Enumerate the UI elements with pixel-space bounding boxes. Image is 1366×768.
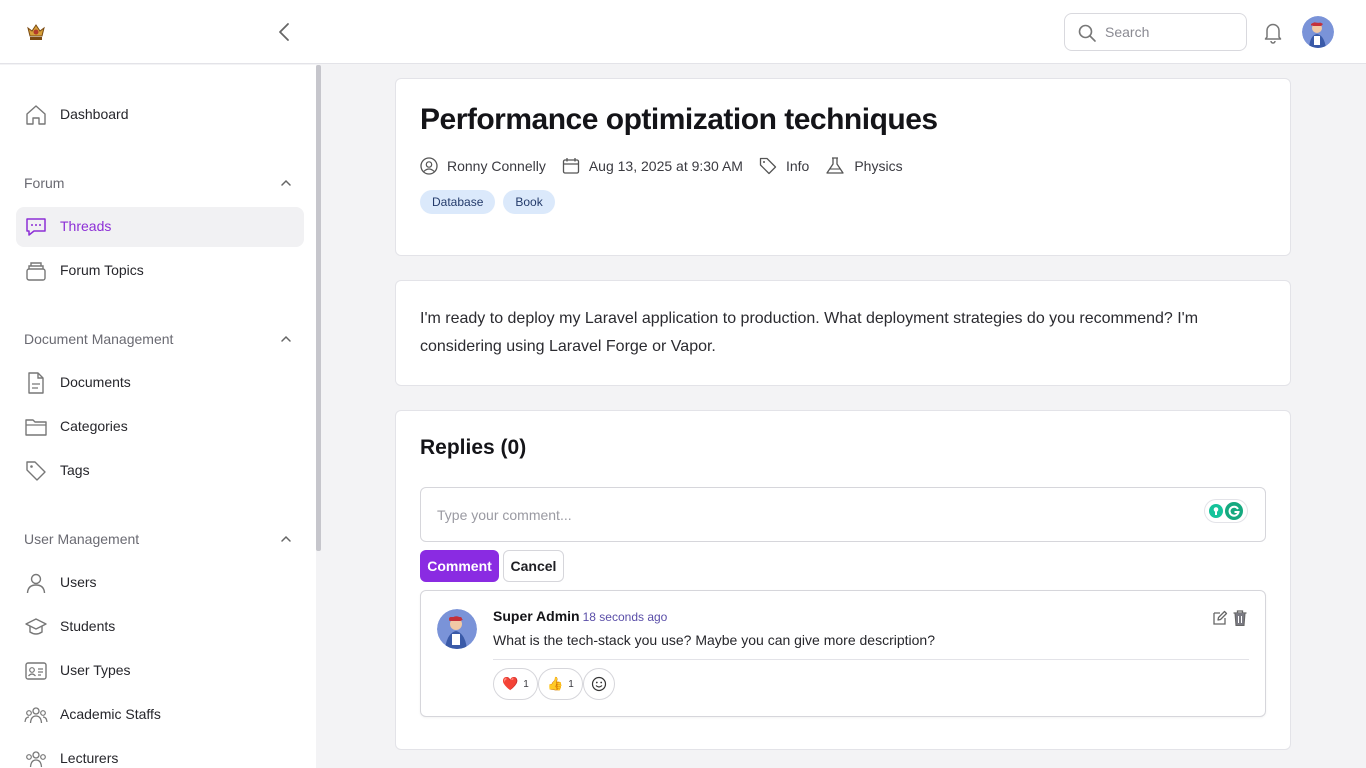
calendar-icon <box>562 158 579 174</box>
sidebar-item-documents[interactable]: Documents <box>16 363 304 403</box>
thread-tags: Database Book <box>420 190 563 214</box>
tag-icon <box>24 459 48 483</box>
thread-author-name: Ronny Connelly <box>447 158 546 174</box>
add-reaction-button[interactable] <box>583 668 615 700</box>
sidebar-group-user-management[interactable]: User Management <box>24 527 296 551</box>
sidebar-item-dashboard[interactable]: Dashboard <box>16 95 304 135</box>
flask-icon <box>826 157 844 174</box>
sidebar-item-tags[interactable]: Tags <box>16 451 304 491</box>
comment-button[interactable]: Comment <box>420 550 499 582</box>
user-icon <box>24 571 48 595</box>
sidebar-group-label: Forum <box>24 175 65 191</box>
replies-card: Replies (0) Comment Cancel <box>395 410 1291 750</box>
collapse-sidebar-icon[interactable] <box>274 20 296 44</box>
thread-meta: Ronny Connelly Aug 13, 2025 at 9:30 AM I… <box>420 155 919 177</box>
sidebar-item-forum-topics[interactable]: Forum Topics <box>16 251 304 291</box>
tag-chip[interactable]: Book <box>503 190 555 214</box>
graduation-cap-icon <box>24 615 48 639</box>
stack-icon <box>24 259 48 283</box>
sidebar-item-academic-staffs[interactable]: Academic Staffs <box>16 695 304 735</box>
document-icon <box>24 371 48 395</box>
sidebar-item-threads[interactable]: Threads <box>16 207 304 247</box>
user-circle-icon <box>420 157 438 175</box>
reply-author-name: Super Admin <box>493 608 580 624</box>
reply-author: Super Admin 18 seconds ago <box>493 608 667 624</box>
id-card-icon <box>24 659 48 683</box>
sidebar-item-users[interactable]: Users <box>16 563 304 603</box>
top-bar <box>0 0 1366 64</box>
reply-text: What is the tech-stack you use? Maybe yo… <box>493 632 935 648</box>
chevron-up-icon <box>280 177 292 189</box>
reaction-count: 1 <box>523 678 529 690</box>
reply-avatar <box>437 609 477 649</box>
heart-icon: ❤️ <box>502 676 519 691</box>
thread-header-card: Performance optimization techniques Ronn… <box>395 78 1291 256</box>
thread-body-card: I'm ready to deploy my Laravel applicati… <box>395 280 1291 386</box>
sidebar-item-lecturers[interactable]: Lecturers <box>16 739 304 768</box>
comment-input[interactable] <box>437 488 1197 541</box>
reaction-count: 1 <box>568 678 574 690</box>
replies-heading: Replies (0) <box>420 436 527 459</box>
home-icon <box>24 103 48 127</box>
sidebar-item-label: Tags <box>60 462 90 478</box>
users-group-icon <box>24 747 48 768</box>
thread-type-text: Info <box>785 158 810 174</box>
reply-item: Super Admin 18 seconds ago What is the te… <box>420 590 1266 717</box>
reaction-thumbs-up[interactable]: 👍 1 <box>538 668 583 700</box>
sidebar-item-label: Documents <box>60 374 131 390</box>
sidebar-item-label: Students <box>60 618 116 634</box>
sidebar-item-label: Dashboard <box>60 106 129 122</box>
sidebar-item-label: Forum Topics <box>60 262 144 278</box>
chevron-up-icon <box>280 333 292 345</box>
folder-icon <box>24 415 48 439</box>
search-icon <box>1077 23 1097 43</box>
tag-icon <box>759 157 777 175</box>
sidebar-item-categories[interactable]: Categories <box>16 407 304 447</box>
chat-bubble-icon <box>24 215 48 239</box>
edit-icon[interactable] <box>1212 610 1228 626</box>
sidebar-group-document-management[interactable]: Document Management <box>24 327 296 351</box>
tag-chip[interactable]: Database <box>420 190 496 214</box>
comment-box[interactable] <box>420 487 1266 542</box>
sidebar-item-label: Academic Staffs <box>60 706 161 722</box>
reply-timestamp: 18 seconds ago <box>582 610 668 624</box>
sidebar-group-forum[interactable]: Forum <box>24 171 296 195</box>
thread-body: I'm ready to deploy my Laravel applicati… <box>420 310 1199 355</box>
smiley-icon <box>591 676 607 692</box>
user-avatar[interactable] <box>1302 16 1334 48</box>
reply-divider <box>493 659 1249 660</box>
grammarly-widget[interactable] <box>1205 500 1247 522</box>
sidebar-item-user-types[interactable]: User Types <box>16 651 304 691</box>
sidebar: Dashboard Forum Threads Forum Topics Doc… <box>0 65 316 768</box>
sidebar-scrollbar[interactable] <box>316 65 321 551</box>
sidebar-group-label: User Management <box>24 531 140 547</box>
sidebar-item-students[interactable]: Students <box>16 607 304 647</box>
thumbs-up-icon: 👍 <box>547 676 564 691</box>
search-input[interactable] <box>1105 14 1241 50</box>
reaction-heart[interactable]: ❤️ 1 <box>493 668 538 700</box>
logo[interactable] <box>24 20 48 44</box>
thread-date: Aug 13, 2025 at 9:30 AM <box>562 157 743 175</box>
sidebar-item-label: User Types <box>60 662 131 678</box>
thread-subject-text: Physics <box>854 158 903 174</box>
thread-subject: Physics <box>825 157 903 175</box>
sidebar-item-label: Categories <box>60 418 128 434</box>
sidebar-item-label: Users <box>60 574 97 590</box>
thread-title: Performance optimization techniques <box>420 103 938 136</box>
chevron-up-icon <box>280 533 292 545</box>
cancel-button[interactable]: Cancel <box>503 550 564 582</box>
notification-bell-icon[interactable] <box>1262 20 1284 44</box>
sidebar-item-label: Lecturers <box>60 750 119 766</box>
sidebar-group-label: Document Management <box>24 331 174 347</box>
users-group-icon <box>24 703 48 727</box>
trash-icon[interactable] <box>1232 609 1248 627</box>
sidebar-item-label: Threads <box>60 218 112 234</box>
thread-type: Info <box>759 157 809 175</box>
thread-date-text: Aug 13, 2025 at 9:30 AM <box>588 158 743 174</box>
thread-author: Ronny Connelly <box>420 157 546 175</box>
search-box[interactable] <box>1064 13 1247 51</box>
